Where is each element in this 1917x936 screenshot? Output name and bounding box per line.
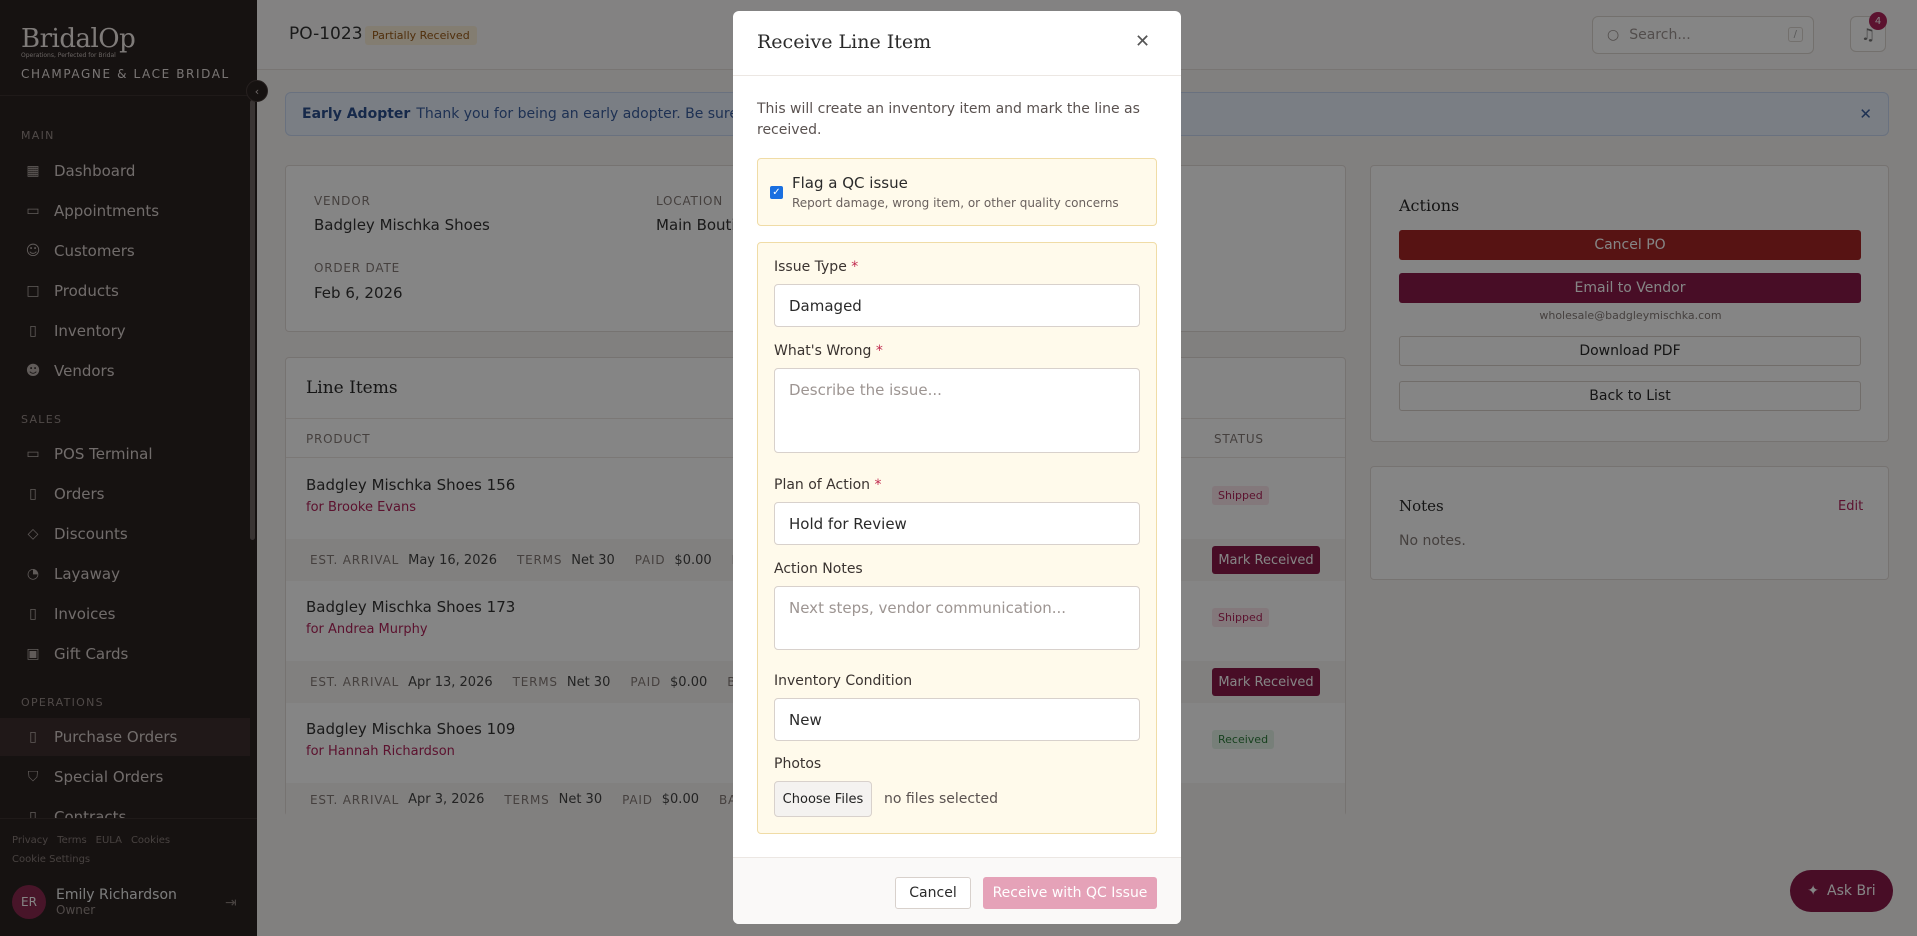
receive-with-qc-issue-button[interactable]: Receive with QC Issue [983, 877, 1157, 909]
choose-files-button[interactable]: Choose Files [774, 781, 872, 817]
plan-of-action-select[interactable]: Hold for Review [774, 502, 1140, 545]
whats-wrong-label: What's Wrong * [774, 343, 883, 359]
issue-type-label: Issue Type * [774, 259, 858, 275]
action-notes-textarea[interactable]: Next steps, vendor communication... [774, 586, 1140, 650]
required-marker: * [851, 259, 859, 275]
qc-flag-subtitle: Report damage, wrong item, or other qual… [792, 196, 1119, 210]
inventory-condition-select[interactable]: New [774, 698, 1140, 741]
modal-header: Receive Line Item ✕ [733, 11, 1181, 76]
modal-footer: Cancel Receive with QC Issue [733, 857, 1181, 924]
modal-title: Receive Line Item [757, 31, 932, 53]
close-icon[interactable]: ✕ [1135, 31, 1150, 52]
no-files-text: no files selected [884, 791, 999, 807]
label-text: Plan of Action [774, 477, 871, 493]
issue-type-select[interactable]: Damaged [774, 284, 1140, 327]
qc-flag-title: Flag a QC issue [792, 174, 908, 192]
inventory-condition-label: Inventory Condition [774, 673, 913, 689]
qc-checkbox[interactable]: ✓ [770, 186, 783, 199]
check-icon: ✓ [772, 187, 781, 198]
qc-flag-option[interactable]: ✓ Flag a QC issue Report damage, wrong i… [757, 158, 1157, 226]
label-text: What's Wrong [774, 343, 872, 359]
action-notes-label: Action Notes [774, 561, 863, 577]
receive-line-item-modal: Receive Line Item ✕ This will create an … [733, 11, 1181, 924]
cancel-button[interactable]: Cancel [895, 877, 971, 909]
modal-description: This will create an inventory item and m… [757, 101, 1140, 138]
qc-issue-form: Issue Type * Damaged What's Wrong * Desc… [757, 242, 1157, 834]
required-marker: * [875, 343, 883, 359]
photos-label: Photos [774, 756, 822, 772]
required-marker: * [874, 477, 882, 493]
whats-wrong-textarea[interactable]: Describe the issue... [774, 368, 1140, 453]
label-text: Issue Type [774, 259, 847, 275]
plan-of-action-label: Plan of Action * [774, 477, 881, 493]
